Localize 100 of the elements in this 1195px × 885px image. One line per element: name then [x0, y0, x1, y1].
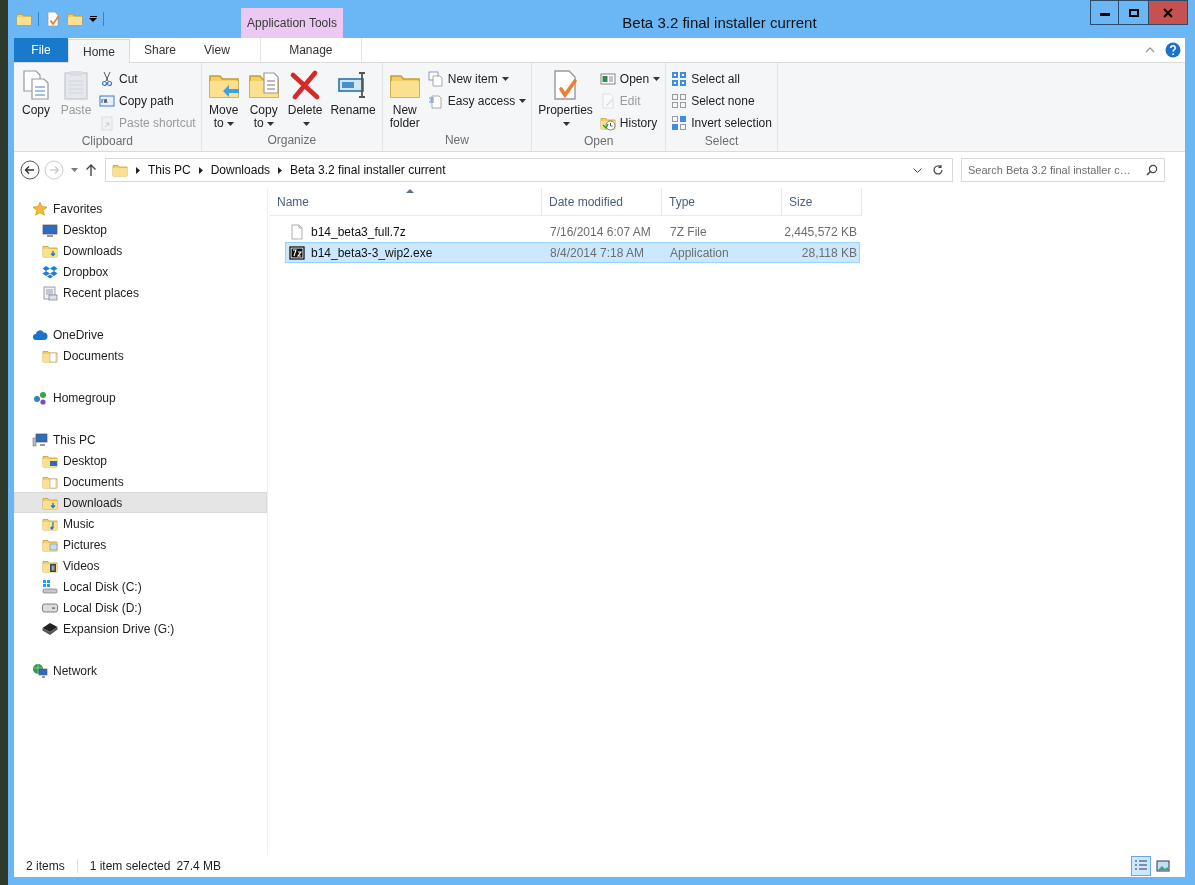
caret-icon	[519, 98, 527, 103]
ribbon-group-label: New	[443, 132, 470, 149]
recent-locations-button[interactable]	[68, 168, 81, 172]
ribbon-button[interactable]: Copy path	[97, 91, 198, 110]
close-icon	[1163, 7, 1173, 18]
nav-item[interactable]: Documents	[14, 345, 267, 366]
nav-item[interactable]: Pictures	[14, 534, 267, 555]
refresh-button[interactable]	[932, 164, 944, 176]
nav-item[interactable]: Expansion Drive (G:)	[14, 618, 267, 639]
selection-size: 27.4 MB	[176, 858, 222, 875]
nav-item[interactable]: Favorites	[14, 198, 267, 219]
edit-icon	[599, 92, 616, 109]
monitor-icon	[42, 221, 58, 238]
file-row[interactable]: b14_beta3-3_wip2.exe 8/4/2014 7:18 AM Application 28,118 KB	[285, 242, 860, 263]
nav-item[interactable]: Local Disk (C:)	[14, 576, 267, 597]
archive-app-icon	[289, 244, 305, 261]
chevron-down-icon	[913, 167, 922, 173]
nav-item[interactable]: Desktop	[14, 450, 267, 471]
minimize-icon	[1099, 13, 1110, 16]
select-all-icon	[671, 70, 688, 87]
ribbon-button[interactable]: Copy	[17, 67, 55, 117]
caret-icon	[226, 121, 234, 126]
window-icon	[599, 70, 616, 87]
ribbon-button[interactable]: Invert selection	[669, 113, 774, 132]
maximize-icon	[1128, 8, 1139, 17]
folder-icon	[112, 162, 128, 178]
picture-icon	[1155, 858, 1171, 874]
nav-item[interactable]: Music	[14, 513, 267, 534]
ribbon-button[interactable]: Cut	[97, 69, 198, 88]
ribbon-group-label: Open	[582, 133, 615, 150]
ribbon-button[interactable]: History	[597, 113, 663, 132]
nav-item[interactable]: Videos	[14, 555, 267, 576]
ribbon-tab[interactable]: View	[190, 38, 244, 62]
nav-item[interactable]: Desktop	[14, 219, 267, 240]
nav-item[interactable]: Downloads	[14, 492, 267, 513]
nav-item[interactable]: Network	[14, 660, 267, 681]
back-button[interactable]	[20, 160, 40, 180]
nav-item[interactable]: OneDrive	[14, 324, 267, 345]
nav-item[interactable]: Downloads	[14, 240, 267, 261]
easy-access-icon	[427, 92, 444, 109]
folder-icon	[67, 11, 83, 27]
close-button[interactable]	[1148, 0, 1188, 25]
scissors-icon	[99, 70, 115, 87]
search-field[interactable]: Search Beta 3.2 final installer c…	[961, 158, 1165, 182]
invert-selection-icon	[671, 114, 688, 131]
new-item-icon	[427, 70, 444, 87]
select-none-icon	[671, 92, 688, 109]
ribbon-button[interactable]: Move to	[204, 67, 243, 130]
caret-icon	[71, 168, 78, 172]
caret-icon	[266, 121, 274, 126]
ribbon-tab[interactable]: File	[14, 38, 68, 62]
ribbon-button[interactable]: Select all	[669, 69, 774, 88]
file-row[interactable]: b14_beta3_full.7z 7/16/2014 6:07 AM 7Z File 2,445,572 KB	[285, 221, 860, 242]
ribbon-button[interactable]: New folder	[385, 67, 424, 130]
external-drive-icon	[42, 620, 58, 637]
customize-quick-access-icon[interactable]	[89, 16, 97, 22]
minimize-button[interactable]	[1090, 0, 1119, 25]
computer-icon	[32, 431, 48, 448]
ribbon-button[interactable]: Properties	[535, 67, 596, 130]
nav-item[interactable]: Dropbox	[14, 261, 267, 282]
folder-pages-icon	[247, 69, 280, 101]
breadcrumb[interactable]: Beta 3.2 final installer current	[290, 161, 446, 179]
chevron-right-icon	[278, 166, 283, 174]
breadcrumb[interactable]: Downloads	[210, 161, 271, 179]
dropbox-icon	[42, 263, 58, 280]
ribbon-tab[interactable]: Home	[68, 39, 130, 63]
item-count: 2 items	[26, 858, 65, 875]
ribbon-button[interactable]: Select none	[669, 91, 774, 110]
ribbon-button[interactable]: New item	[425, 69, 529, 88]
system-drive-icon	[42, 578, 58, 595]
nav-item[interactable]: Recent places	[14, 282, 267, 303]
ribbon-button[interactable]: Delete	[284, 67, 326, 130]
details-view-button[interactable]	[1131, 856, 1151, 876]
star-icon	[32, 200, 48, 217]
ribbon-button[interactable]: Open	[597, 69, 663, 88]
collapse-ribbon-icon[interactable]	[1145, 47, 1155, 53]
nav-item[interactable]: Local Disk (D:)	[14, 597, 267, 618]
contextual-tab-group-label: Application Tools	[241, 8, 343, 38]
address-history-button[interactable]	[913, 167, 922, 173]
ribbon-tab[interactable]: Share	[130, 38, 191, 62]
breadcrumb[interactable]: This PC	[148, 161, 191, 179]
folder-icon	[16, 11, 32, 27]
help-icon[interactable]	[1165, 42, 1181, 58]
caret-icon	[303, 121, 311, 126]
ribbon-group-label: Organize	[266, 132, 318, 149]
caret-icon	[501, 76, 509, 81]
ribbon-group-label: Select	[703, 133, 740, 150]
ribbon-button[interactable]: Easy access	[425, 91, 529, 110]
caret-icon	[563, 121, 571, 126]
page-icon	[289, 223, 305, 240]
nav-item[interactable]: This PC	[14, 429, 267, 450]
ribbon-button[interactable]: Rename	[327, 67, 379, 117]
nav-item[interactable]: Documents	[14, 471, 267, 492]
nav-item[interactable]: Homegroup	[14, 387, 267, 408]
homegroup-icon	[32, 389, 48, 406]
type-cell-text: 7Z File	[669, 223, 708, 241]
up-button[interactable]	[85, 163, 97, 177]
maximize-button[interactable]	[1119, 0, 1148, 25]
address-field[interactable]: This PC Downloads Beta 3.2 final installer current	[105, 158, 953, 182]
ribbon-button[interactable]: Copy to	[244, 67, 283, 130]
